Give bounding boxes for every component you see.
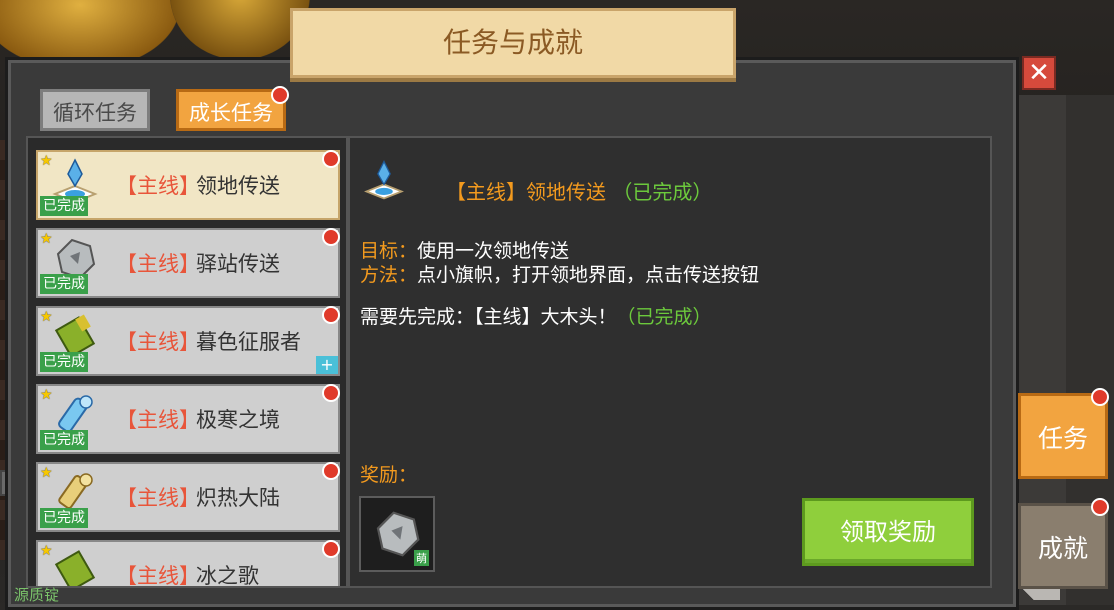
task-side-button[interactable]: 任务 bbox=[1018, 388, 1109, 479]
status-badge: 已完成 bbox=[40, 274, 88, 294]
hud-item-label: 源质锭 bbox=[14, 586, 60, 604]
claim-reward-button[interactable]: 领取奖励 bbox=[802, 498, 974, 566]
quest-tag: 【主线】 bbox=[116, 564, 200, 588]
window-title: 任务与成就 bbox=[442, 26, 583, 59]
quest-item-ice-song[interactable]: ★ 【主线】 冰之歌 bbox=[36, 540, 340, 588]
quest-name: 领地传送 bbox=[196, 174, 280, 198]
quest-tag: 【主线】 bbox=[116, 408, 200, 432]
goal-text: 使用一次领地传送 bbox=[417, 240, 570, 262]
status-badge: 已完成 bbox=[40, 196, 88, 216]
quest-title-status: （已完成） bbox=[612, 180, 713, 204]
notification-dot bbox=[322, 150, 340, 168]
tab-loop-tasks[interactable]: 循环任务 bbox=[40, 89, 150, 131]
quest-detail-panel: 【主线】领地传送 （已完成） 目标：使用一次领地传送 方法：点小旗帜，打开领地界… bbox=[348, 136, 992, 588]
quest-tag: 【主线】 bbox=[116, 174, 200, 198]
status-badge: 已完成 bbox=[40, 430, 88, 450]
quest-method: 方法：点小旗帜，打开领地界面，点击传送按钮 bbox=[360, 260, 759, 287]
quest-item-station-teleport[interactable]: ★ 已完成 【主线】 驿站传送 bbox=[36, 228, 340, 298]
tab-growth-tasks[interactable]: 成长任务 bbox=[176, 86, 289, 131]
method-text: 点小旗帜，打开领地界面，点击传送按钮 bbox=[417, 264, 760, 286]
reward-badge: 萌 bbox=[414, 550, 429, 566]
window-title-banner: 任务与成就 bbox=[290, 8, 736, 78]
quest-name: 极寒之境 bbox=[196, 408, 280, 432]
prereq-status: （已完成） bbox=[616, 306, 712, 328]
prereq-text: 需要先完成：【主线】大木头！ bbox=[360, 306, 617, 328]
quest-tag: 【主线】 bbox=[116, 486, 200, 510]
quest-name: 炽热大陆 bbox=[196, 486, 280, 510]
achievement-side-label: 成就 bbox=[1037, 534, 1088, 563]
quest-prerequisite: 需要先完成：【主线】大木头！（已完成） bbox=[360, 302, 712, 329]
background-bowl bbox=[170, 0, 310, 60]
reward-label: 奖励： bbox=[360, 464, 418, 486]
quest-list[interactable]: ★ 已完成 【主线】 领地传送 ★ 已完成 【主线】 驿站传送 ★ 已完成 【主… bbox=[26, 136, 348, 588]
quest-name: 暮色征服者 bbox=[196, 330, 301, 354]
notification-dot bbox=[322, 462, 340, 480]
quest-item-blazing-continent[interactable]: ★ 已完成 【主线】 炽热大陆 bbox=[36, 462, 340, 532]
notification-dot bbox=[271, 86, 289, 104]
quest-name: 冰之歌 bbox=[196, 564, 259, 588]
notification-dot bbox=[322, 228, 340, 246]
quest-tag: 【主线】 bbox=[116, 252, 200, 276]
tab-label: 成长任务 bbox=[189, 101, 273, 125]
quest-item-territory-teleport[interactable]: ★ 已完成 【主线】 领地传送 bbox=[36, 150, 340, 220]
reward-item-slot[interactable]: 萌 bbox=[359, 496, 435, 572]
plus-icon: + bbox=[316, 356, 338, 374]
status-badge: 已完成 bbox=[40, 352, 88, 372]
quest-tag: 【主线】 bbox=[116, 330, 200, 354]
method-label: 方法： bbox=[360, 264, 418, 286]
notification-dot bbox=[1091, 498, 1109, 516]
quest-title-tag: 【主线】 bbox=[446, 180, 526, 204]
notification-dot bbox=[322, 384, 340, 402]
quest-name: 驿站传送 bbox=[196, 252, 280, 276]
goal-label: 目标： bbox=[360, 240, 418, 262]
notification-dot bbox=[322, 306, 340, 324]
green-scroll-icon bbox=[54, 550, 96, 586]
quest-item-frozen-realm[interactable]: ★ 已完成 【主线】 极寒之境 bbox=[36, 384, 340, 454]
teleport-portal-icon bbox=[364, 160, 404, 200]
quest-title-name: 领地传送 bbox=[526, 180, 606, 204]
task-side-label: 任务 bbox=[1037, 424, 1088, 453]
quest-goal: 目标：使用一次领地传送 bbox=[360, 236, 569, 263]
notification-dot bbox=[1091, 388, 1109, 406]
quest-item-twilight-conqueror[interactable]: ★ 已完成 【主线】 暮色征服者 + bbox=[36, 306, 340, 376]
status-badge: 已完成 bbox=[40, 508, 88, 528]
achievement-side-button[interactable]: 成就 bbox=[1018, 498, 1109, 589]
notification-dot bbox=[322, 540, 340, 558]
quest-title: 【主线】领地传送 （已完成） bbox=[446, 176, 712, 205]
close-button[interactable]: ✕ bbox=[1022, 56, 1056, 90]
